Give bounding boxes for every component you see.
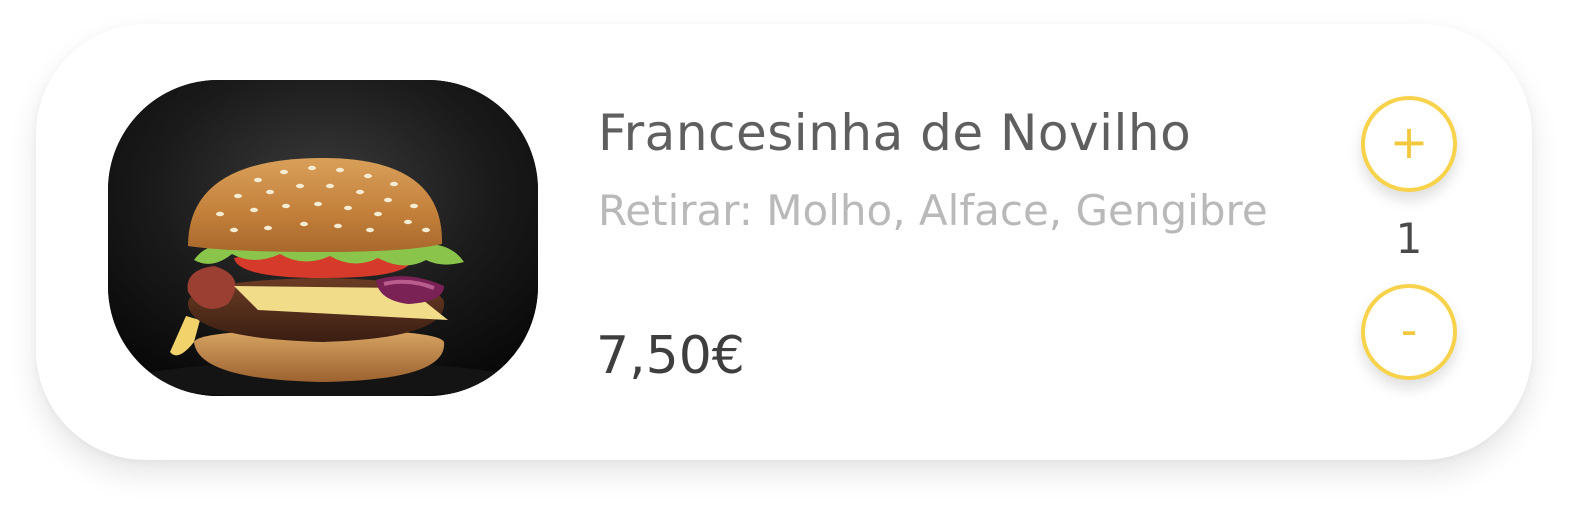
cart-item-card: Francesinha de Novilho Retirar: Molho, A… (36, 24, 1532, 460)
item-title: Francesinha de Novilho (598, 104, 1192, 162)
burger-icon (108, 80, 538, 396)
burger-photo (108, 80, 538, 396)
item-price: 7,50€ (596, 326, 745, 386)
quantity-value: 1 (1395, 214, 1423, 263)
decrease-quantity-button[interactable]: - (1361, 284, 1457, 380)
item-notes: Retirar: Molho, Alface, Gengibre (598, 186, 1268, 235)
increase-quantity-button[interactable]: + (1361, 96, 1457, 192)
